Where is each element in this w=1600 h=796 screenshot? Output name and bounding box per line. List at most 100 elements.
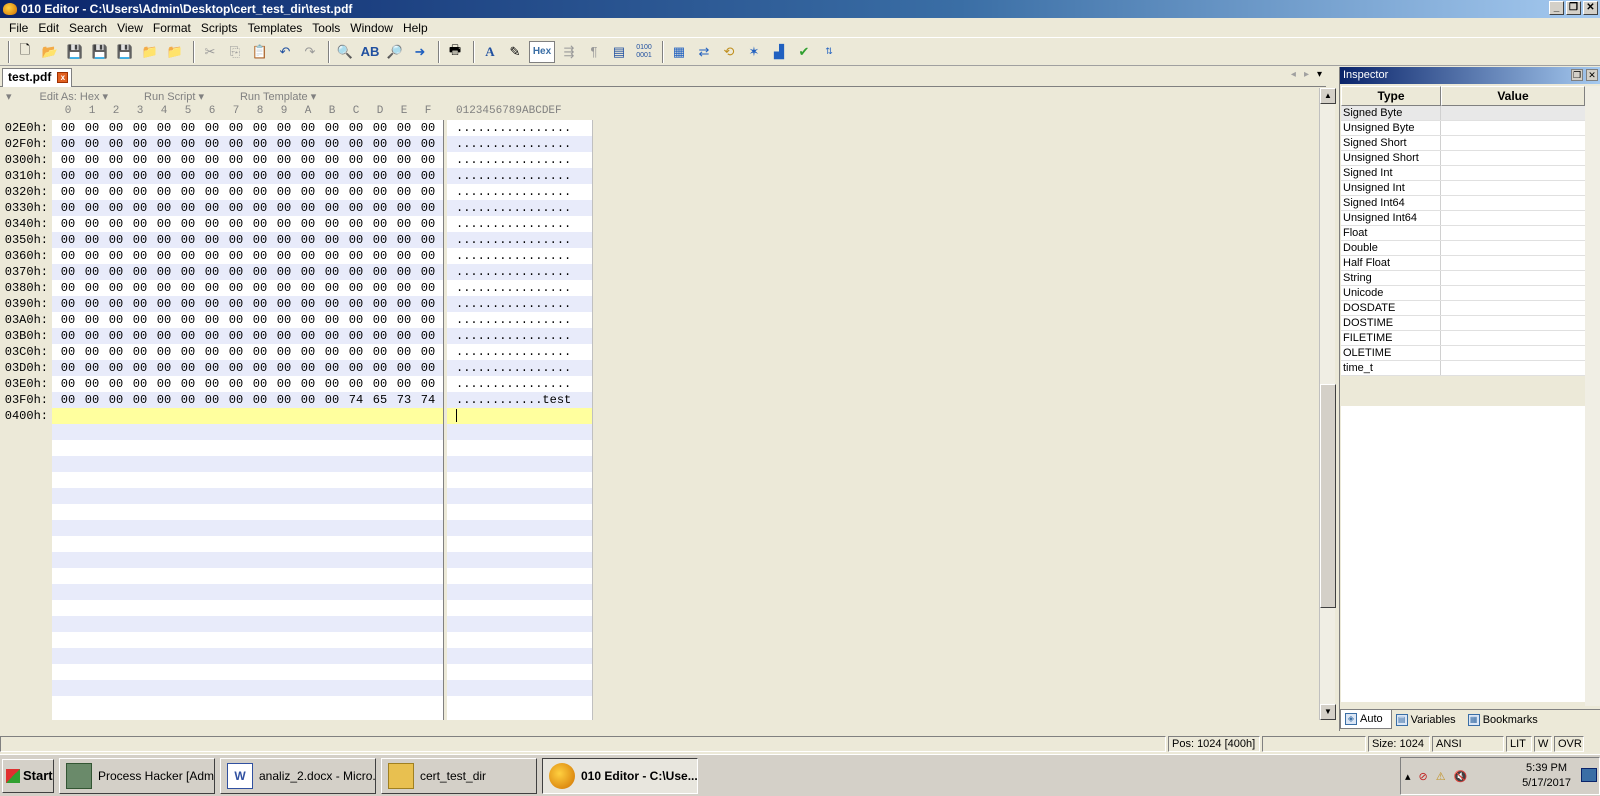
hex-byte[interactable]: 00 — [224, 152, 248, 168]
hex-byte[interactable]: 00 — [80, 216, 104, 232]
show-desktop-button[interactable] — [1581, 768, 1597, 782]
hex-byte[interactable]: 00 — [296, 280, 320, 296]
hex-byte[interactable]: 00 — [200, 248, 224, 264]
menu-search[interactable]: Search — [64, 21, 112, 35]
hex-byte[interactable]: 00 — [344, 168, 368, 184]
hex-byte[interactable]: 00 — [224, 184, 248, 200]
hex-byte[interactable]: 00 — [296, 264, 320, 280]
hex-byte[interactable]: 00 — [272, 376, 296, 392]
hex-byte[interactable]: 00 — [200, 232, 224, 248]
hex-byte[interactable]: 00 — [224, 248, 248, 264]
hex-byte[interactable]: 00 — [272, 312, 296, 328]
hex-row[interactable]: 00 00 00 00 00 00 00 00 00 00 00 00 00 00 00 00 — [52, 328, 443, 344]
hex-byte[interactable]: 00 — [368, 200, 392, 216]
scroll-thumb[interactable] — [1320, 384, 1336, 608]
hex-byte[interactable]: 00 — [80, 376, 104, 392]
hex-byte[interactable]: 00 — [56, 152, 80, 168]
hex-row[interactable]: 00 00 00 00 00 00 00 00 00 00 00 00 00 00 00 00 — [52, 280, 443, 296]
hex-byte[interactable]: 00 — [248, 120, 272, 136]
hex-byte[interactable]: 00 — [104, 152, 128, 168]
inspector-row[interactable]: time_t — [1341, 361, 1585, 376]
hex-byte[interactable]: 00 — [296, 312, 320, 328]
inspector-value[interactable] — [1441, 136, 1585, 150]
hex-byte[interactable]: 00 — [416, 328, 440, 344]
paragraph-icon[interactable]: ¶ — [583, 41, 605, 63]
save-all-icon[interactable]: 💾 — [114, 41, 136, 63]
hex-byte[interactable]: 00 — [176, 120, 200, 136]
hex-byte[interactable]: 00 — [320, 280, 344, 296]
hex-row[interactable]: 00 00 00 00 00 00 00 00 00 00 00 00 00 00 00 00 — [52, 120, 443, 136]
hex-byte[interactable]: 00 — [248, 152, 272, 168]
menu-format[interactable]: Format — [148, 21, 196, 35]
hex-byte[interactable]: 00 — [368, 248, 392, 264]
hex-byte[interactable]: 00 — [80, 360, 104, 376]
hex-byte[interactable]: 00 — [56, 280, 80, 296]
hex-byte[interactable]: 00 — [416, 360, 440, 376]
inspector-value[interactable] — [1441, 121, 1585, 135]
hex-byte[interactable]: 00 — [272, 264, 296, 280]
hex-mode-button[interactable]: Hex — [529, 40, 555, 63]
hex-byte[interactable]: 00 — [224, 376, 248, 392]
hex-byte[interactable]: 00 — [248, 280, 272, 296]
hex-byte[interactable]: 00 — [296, 136, 320, 152]
hex-byte[interactable]: 00 — [80, 184, 104, 200]
hex-byte[interactable]: 00 — [104, 392, 128, 408]
hex-byte[interactable]: 00 — [128, 296, 152, 312]
hex-byte[interactable]: 00 — [128, 328, 152, 344]
hex-byte[interactable]: 00 — [392, 360, 416, 376]
inspector-value[interactable] — [1441, 211, 1585, 225]
hex-byte[interactable]: 00 — [152, 152, 176, 168]
hex-byte[interactable]: 00 — [176, 360, 200, 376]
checksum-icon[interactable]: ⟲ — [718, 41, 740, 63]
hex-byte[interactable]: 00 — [368, 328, 392, 344]
status-overwrite[interactable]: OVR — [1554, 736, 1584, 752]
hex-byte[interactable]: 00 — [416, 232, 440, 248]
hex-byte[interactable]: 00 — [104, 376, 128, 392]
hex-byte[interactable]: 00 — [104, 360, 128, 376]
hex-byte[interactable]: 00 — [416, 136, 440, 152]
calculator-icon[interactable]: ▦ — [668, 41, 690, 63]
goto-icon[interactable]: ➜ — [409, 41, 431, 63]
tab-scroll-arrows[interactable]: ◂ ▸ ▾ — [1291, 69, 1322, 80]
hex-byte[interactable]: 00 — [200, 312, 224, 328]
clock[interactable]: 5:39 PM 5/17/2017 — [1522, 761, 1571, 791]
inspector-row[interactable]: Unicode — [1341, 286, 1585, 301]
menu-edit[interactable]: Edit — [33, 21, 64, 35]
hex-byte[interactable]: 00 — [296, 216, 320, 232]
hex-row[interactable]: 00 00 00 00 00 00 00 00 00 00 00 00 00 00 00 00 — [52, 344, 443, 360]
copy-icon[interactable]: ⎘ — [224, 41, 246, 63]
task-word-document[interactable]: Wanaliz_2.docx - Micro... — [220, 757, 376, 794]
hex-byte[interactable]: 00 — [272, 216, 296, 232]
tab-test-pdf[interactable]: test.pdf x — [2, 68, 73, 87]
hex-byte[interactable]: 00 — [176, 232, 200, 248]
hex-byte[interactable]: 00 — [272, 152, 296, 168]
hex-byte[interactable]: 00 — [128, 376, 152, 392]
hex-byte[interactable]: 00 — [128, 264, 152, 280]
hex-byte[interactable]: 00 — [344, 248, 368, 264]
hex-byte[interactable]: 00 — [320, 184, 344, 200]
hex-byte[interactable]: 00 — [272, 328, 296, 344]
title-bar[interactable]: 010 Editor - C:\Users\Admin\Desktop\cert… — [0, 0, 1600, 18]
hex-byte[interactable]: 00 — [416, 280, 440, 296]
inspector-value[interactable] — [1441, 181, 1585, 195]
hex-byte[interactable]: 00 — [56, 360, 80, 376]
hex-byte[interactable]: 00 — [320, 248, 344, 264]
hex-byte[interactable]: 00 — [392, 376, 416, 392]
hex-byte[interactable]: 00 — [224, 136, 248, 152]
hex-byte[interactable]: 00 — [272, 360, 296, 376]
hex-byte[interactable]: 00 — [152, 312, 176, 328]
hex-byte[interactable]: 00 — [416, 216, 440, 232]
show-hidden-icons[interactable]: ▴ — [1405, 770, 1411, 783]
print-icon[interactable]: 🖶 — [444, 41, 466, 63]
status-encoding[interactable]: ANSI — [1432, 736, 1504, 752]
hex-row[interactable]: 00 00 00 00 00 00 00 00 00 00 00 00 00 00 00 00 — [52, 184, 443, 200]
hex-byte[interactable]: 00 — [200, 296, 224, 312]
security-warning-icon[interactable]: ⚠ — [1436, 770, 1446, 783]
inspector-row[interactable]: Unsigned Byte — [1341, 121, 1585, 136]
hex-byte[interactable]: 00 — [320, 168, 344, 184]
undo-icon[interactable]: ↶ — [274, 41, 296, 63]
hex-byte[interactable]: 00 — [344, 328, 368, 344]
ascii-row[interactable]: ................ — [447, 152, 592, 168]
hex-byte[interactable]: 00 — [296, 200, 320, 216]
hex-byte[interactable]: 00 — [344, 232, 368, 248]
